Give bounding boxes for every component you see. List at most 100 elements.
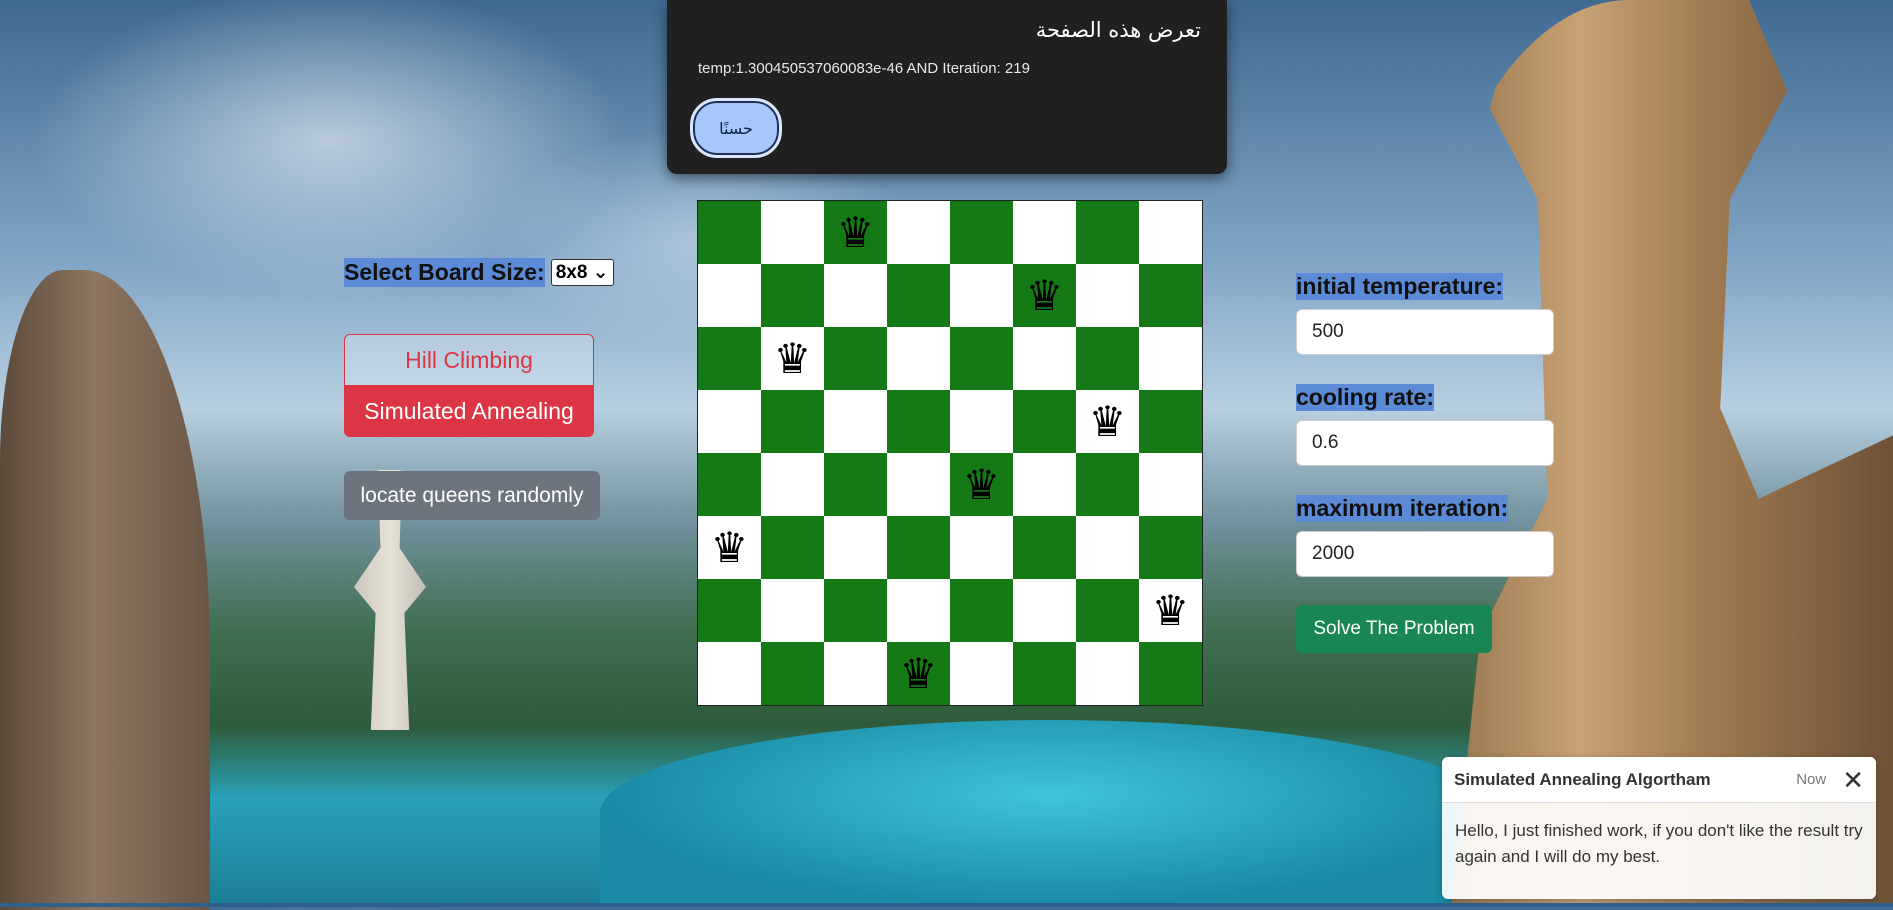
board-cell[interactable]	[698, 264, 761, 327]
board-size-row: Select Board Size: 8x8 ⌄	[344, 258, 614, 287]
board-cell[interactable]	[1013, 201, 1076, 264]
board-cell[interactable]	[950, 579, 1013, 642]
cooling-rate-group: cooling rate: 0.6	[1296, 384, 1554, 466]
board-cell[interactable]	[1139, 201, 1202, 264]
queen-icon: ♛	[836, 208, 875, 256]
board-cell[interactable]	[1013, 516, 1076, 579]
board-cell[interactable]	[1139, 390, 1202, 453]
dialog-ok-button[interactable]: حسنًا	[690, 98, 782, 158]
max-iteration-group: maximum iteration: 2000	[1296, 495, 1554, 577]
board-size-select[interactable]: 8x8 ⌄	[550, 259, 614, 286]
initial-temperature-input[interactable]: 500	[1296, 309, 1554, 355]
dialog-title: تعرض هذه الصفحة	[1035, 18, 1201, 42]
board-cell[interactable]	[1013, 579, 1076, 642]
board-cell[interactable]	[1139, 453, 1202, 516]
board-cell[interactable]	[1139, 327, 1202, 390]
board-cell[interactable]	[698, 453, 761, 516]
board-cell[interactable]	[761, 264, 824, 327]
toast-body: Hello, I just finished work, if you don'…	[1455, 821, 1863, 866]
queen-icon: ♛	[962, 460, 1001, 508]
board-cell[interactable]	[950, 327, 1013, 390]
max-iteration-input[interactable]: 2000	[1296, 531, 1554, 577]
dialog-message: temp:1.300450537060083e-46 AND Iteration…	[698, 60, 1030, 77]
board-cell[interactable]	[761, 642, 824, 705]
board-cell[interactable]	[824, 579, 887, 642]
board-cell[interactable]	[761, 201, 824, 264]
board-cell[interactable]	[950, 201, 1013, 264]
board-cell[interactable]: ♛	[824, 201, 887, 264]
board-cell[interactable]	[887, 516, 950, 579]
toast-title: Simulated Annealing Algortham	[1454, 769, 1711, 789]
chess-board: ♛ ♛ ♛ ♛ ♛ ♛ ♛ ♛	[697, 200, 1203, 706]
board-cell[interactable]	[824, 453, 887, 516]
hill-climbing-button[interactable]: Hill Climbing	[344, 334, 594, 385]
queen-icon: ♛	[899, 649, 938, 697]
close-icon[interactable]: ✕	[1842, 767, 1864, 793]
board-cell[interactable]	[824, 390, 887, 453]
algorithm-button-group: Hill Climbing Simulated Annealing	[344, 334, 594, 437]
board-cell[interactable]	[1139, 516, 1202, 579]
board-cell[interactable]	[761, 390, 824, 453]
alert-dialog: تعرض هذه الصفحة temp:1.300450537060083e-…	[667, 0, 1227, 174]
board-cell[interactable]	[698, 201, 761, 264]
cooling-rate-input[interactable]: 0.6	[1296, 420, 1554, 466]
board-cell[interactable]: ♛	[887, 642, 950, 705]
board-cell[interactable]	[824, 516, 887, 579]
board-cell[interactable]	[887, 579, 950, 642]
locate-queens-randomly-button[interactable]: locate queens randomly	[344, 471, 600, 520]
background-rock-left	[0, 270, 210, 910]
board-cell[interactable]	[1013, 390, 1076, 453]
board-cell[interactable]	[1013, 327, 1076, 390]
board-cell[interactable]	[824, 642, 887, 705]
board-cell[interactable]	[698, 642, 761, 705]
board-cell[interactable]	[950, 390, 1013, 453]
toast-notification: Simulated Annealing Algortham Now ✕ Hell…	[1442, 757, 1876, 899]
board-cell[interactable]: ♛	[698, 516, 761, 579]
max-iteration-label: maximum iteration:	[1296, 495, 1509, 522]
board-cell[interactable]	[761, 453, 824, 516]
board-cell[interactable]: ♛	[1013, 264, 1076, 327]
board-cell[interactable]	[698, 390, 761, 453]
board-cell[interactable]	[887, 201, 950, 264]
board-cell[interactable]	[698, 327, 761, 390]
board-cell[interactable]	[698, 579, 761, 642]
board-cell[interactable]	[887, 327, 950, 390]
board-cell[interactable]	[824, 327, 887, 390]
board-size-label: Select Board Size:	[344, 258, 545, 287]
board-cell[interactable]: ♛	[1139, 579, 1202, 642]
queen-icon: ♛	[773, 334, 812, 382]
board-cell[interactable]	[1076, 642, 1139, 705]
board-cell[interactable]	[1076, 264, 1139, 327]
board-cell[interactable]	[887, 453, 950, 516]
board-cell[interactable]	[824, 264, 887, 327]
toast-header: Simulated Annealing Algortham Now ✕	[1442, 757, 1876, 803]
board-cell[interactable]	[950, 642, 1013, 705]
simulated-annealing-button[interactable]: Simulated Annealing	[344, 385, 594, 437]
board-cell[interactable]	[950, 516, 1013, 579]
board-cell[interactable]	[887, 390, 950, 453]
taskbar-edge	[0, 903, 1893, 907]
board-cell[interactable]	[1076, 579, 1139, 642]
cooling-rate-label: cooling rate:	[1296, 384, 1435, 411]
board-cell[interactable]	[1076, 201, 1139, 264]
board-cell[interactable]	[1013, 642, 1076, 705]
background-lake	[600, 720, 1500, 907]
board-cell[interactable]	[761, 579, 824, 642]
board-cell[interactable]	[1013, 453, 1076, 516]
queen-icon: ♛	[710, 523, 749, 571]
board-cell[interactable]	[1139, 264, 1202, 327]
board-cell[interactable]	[887, 264, 950, 327]
queen-icon: ♛	[1025, 271, 1064, 319]
toast-time: Now	[1796, 771, 1827, 788]
solve-button[interactable]: Solve The Problem	[1296, 605, 1492, 653]
queen-icon: ♛	[1088, 397, 1127, 445]
board-cell[interactable]: ♛	[761, 327, 824, 390]
board-cell[interactable]: ♛	[950, 453, 1013, 516]
board-cell[interactable]: ♛	[1076, 390, 1139, 453]
board-cell[interactable]	[950, 264, 1013, 327]
board-cell[interactable]	[761, 516, 824, 579]
board-cell[interactable]	[1076, 516, 1139, 579]
board-cell[interactable]	[1076, 327, 1139, 390]
board-cell[interactable]	[1139, 642, 1202, 705]
board-cell[interactable]	[1076, 453, 1139, 516]
